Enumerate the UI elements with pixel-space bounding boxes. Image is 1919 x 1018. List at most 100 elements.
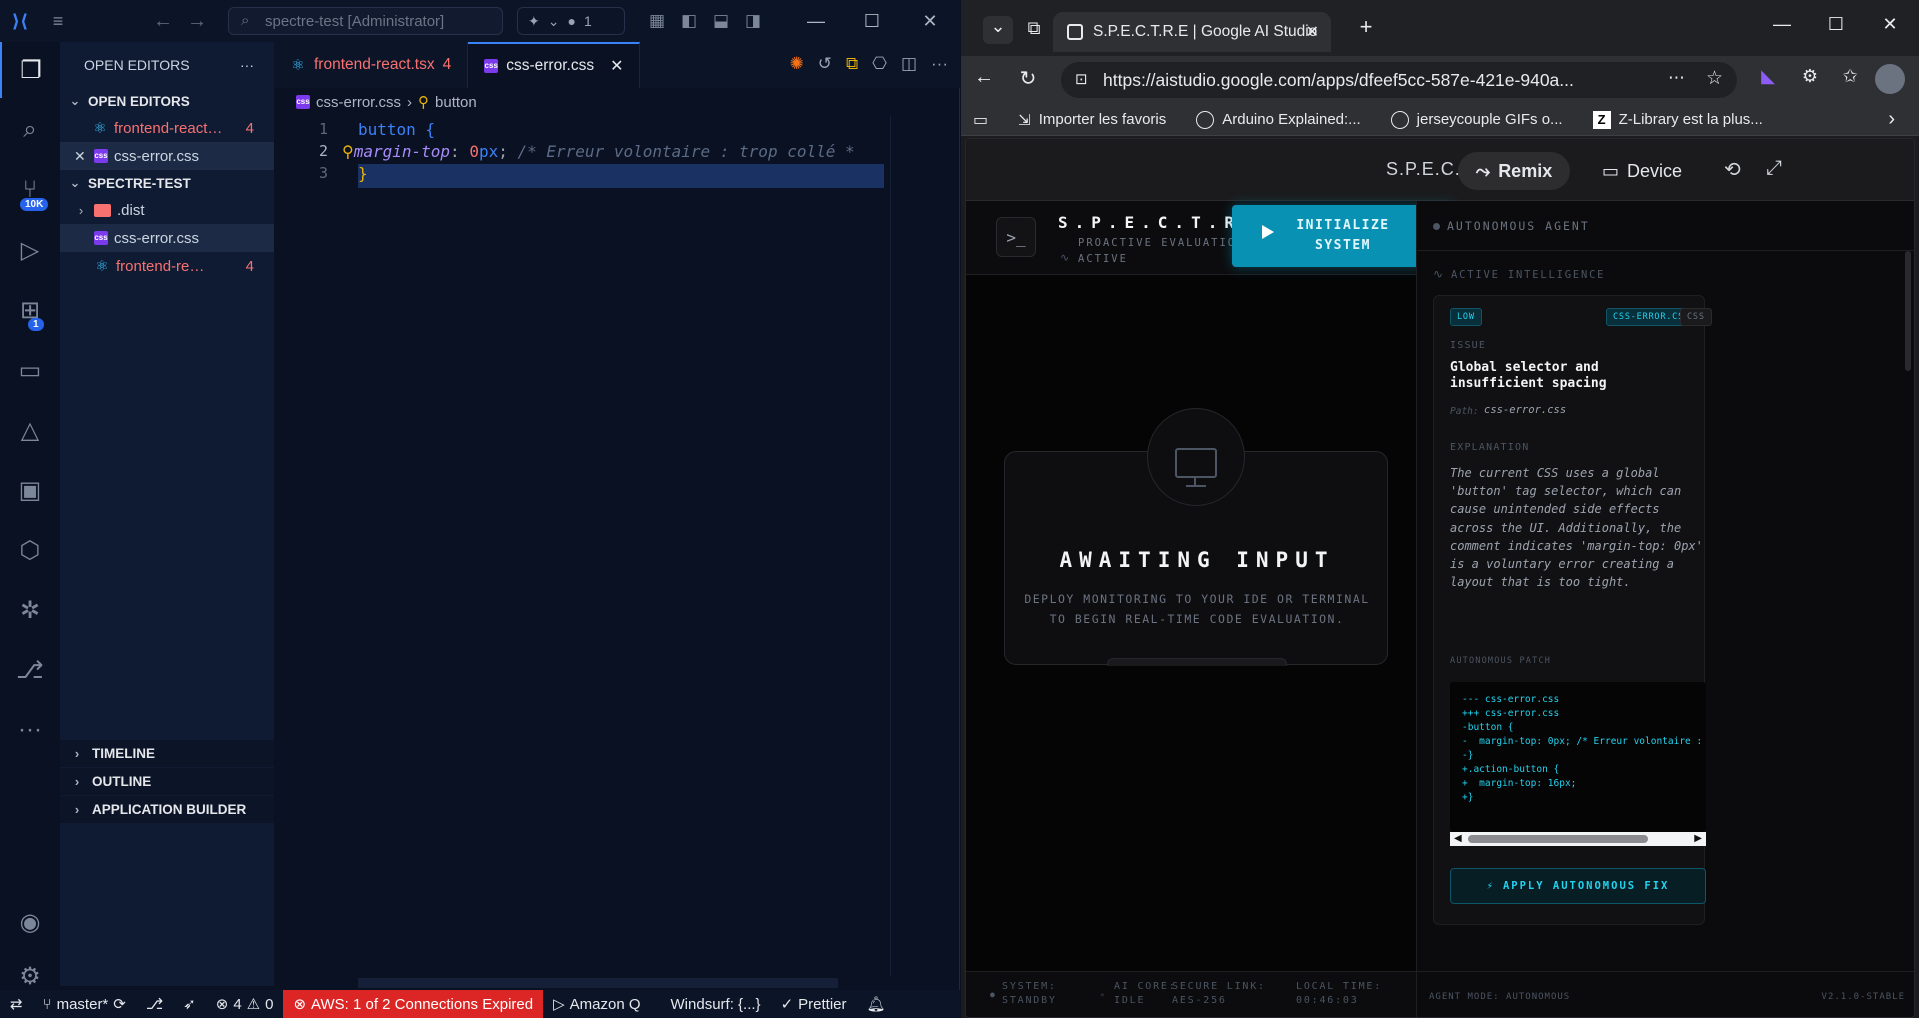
bookmark-item[interactable]: jerseycouple GIFs o... [1390,110,1563,129]
containers-icon[interactable]: ⬡ [0,522,60,578]
reading-list-icon[interactable]: ▭ [973,110,988,130]
toggle-panel-icon[interactable]: ⬓ [705,11,737,31]
problems-status[interactable]: ⊗ 4 ⚠ 0 [206,990,284,1018]
chevron-right-icon: › [74,802,80,817]
favorites-icon[interactable]: ✩ [1835,66,1865,87]
remote-indicator-icon[interactable]: ⇄ [0,990,33,1018]
patch-horizontal-scrollbar[interactable]: ◀ ▶ [1450,832,1706,846]
more-options-circle-icon[interactable]: ⋯ [1668,68,1685,88]
remote-explorer-icon[interactable]: ▭ [0,342,60,398]
tab-frontend-react[interactable]: ⚛ frontend-react.tsx 4 [274,42,469,88]
git-graph-status-icon[interactable]: ⎇ [136,990,173,1018]
fullscreen-icon[interactable]: ⤢ [1766,157,1782,180]
layout-grid-icon[interactable]: ▦ [641,11,673,31]
bookmark-item[interactable]: Z Z-Library est la plus... [1592,110,1763,129]
spark-icon[interactable]: ✺ [789,54,803,74]
explorer-icon[interactable]: ❐ [0,42,60,98]
minimize-icon[interactable]: — [1767,14,1797,35]
code-editor[interactable]: 1 2 3 button { ⚲margin-top: 0px; /* Erre… [274,116,960,976]
chevron-right-icon[interactable]: › [1888,108,1895,131]
breadcrumb-file[interactable]: css-error.css [316,94,401,111]
browser-tab-active[interactable]: S.P.E.C.T.R.E | Google AI Studio ✕ [1053,12,1331,52]
source-control-icon[interactable]: ⑂ 10K [0,162,60,218]
scroll-left-icon[interactable]: ◀ [1454,833,1462,844]
rotate-icon[interactable]: ⟲ [1724,157,1741,182]
folder-item[interactable]: › .dist [60,196,274,224]
more-icon[interactable]: ··· [0,702,60,758]
windsurf-status[interactable]: Windsurf: {...} [661,990,771,1018]
site-info-icon[interactable]: ⊡ [1075,70,1088,88]
extensions-icon[interactable]: ⊞ 1 [0,282,60,338]
tab-search-chevron-icon[interactable]: ⌄ [983,16,1013,44]
address-bar[interactable]: ⊡ https://aistudio.google.com/apps/dfeef… [1061,62,1737,98]
kubernetes-icon[interactable]: ✲ [0,582,60,638]
new-tab-icon[interactable]: + [1351,14,1381,40]
copilot-button[interactable]: ✦ ⌄ ● 1 [517,7,625,35]
close-window-icon[interactable]: ✕ [1875,14,1905,35]
remix-button[interactable]: ⤳ Remix [1458,152,1570,190]
aws-status[interactable]: ⊗ AWS: 1 of 2 Connections Expired [283,990,544,1018]
horizontal-scrollbar[interactable] [358,978,838,988]
forward-arrow-icon[interactable]: → [180,10,214,33]
history-icon[interactable]: ↺ [818,54,832,74]
bookmark-item[interactable]: ⇲ Importer les favoris [1018,111,1166,129]
minimap[interactable] [890,116,960,976]
file-item[interactable]: ⚛ frontend-react.tsx 4 [60,252,274,280]
account-icon[interactable]: ◉ [0,894,60,950]
bookmark-item[interactable]: Arduino Explained:... [1196,110,1361,129]
run-debug-icon[interactable]: ▷ [0,222,60,278]
maximize-icon[interactable]: ☐ [1821,14,1851,35]
amazon-q-status[interactable]: ▷ Amazon Q [543,990,650,1018]
lightbulb-icon[interactable]: ⚲ [342,142,354,161]
aws-triangle-icon[interactable]: △ [0,402,60,458]
menu-icon[interactable]: ≡ [40,11,76,32]
branch-status[interactable]: ⑂ master* ⟳ [33,990,136,1018]
folder-icon [94,203,111,217]
profile-avatar[interactable] [1875,64,1905,94]
rocket-icon[interactable]: ➶ [173,990,206,1018]
openai-icon[interactable]: ⎔ [872,54,887,74]
extensions-puzzle-icon[interactable]: ⚙ [1795,66,1825,87]
notifications-bell-icon[interactable]: 🔔︎ [857,990,896,1018]
open-editors-section[interactable]: ⌄ OPEN EDITORS [60,88,274,114]
timeline-section[interactable]: › TIMELINE [60,740,274,767]
compare-icon[interactable]: ⧉ [846,54,858,74]
file-item[interactable]: css css-error.css [60,224,274,252]
application-builder-section[interactable]: › APPLICATION BUILDER [60,796,274,823]
more-actions-icon[interactable]: ··· [240,57,254,73]
close-tab-icon[interactable]: ✕ [610,56,623,76]
project-section[interactable]: ⌄ SPECTRE-TEST [60,170,274,196]
search-view-icon[interactable]: ⌕ [0,102,60,158]
back-arrow-icon[interactable]: ← [969,66,999,89]
prettier-status[interactable]: ✓ Prettier [771,990,857,1018]
scroll-thumb[interactable] [1468,835,1648,843]
close-tab-icon[interactable]: ✕ [1306,22,1319,42]
toggle-sidebar-icon[interactable]: ◧ [673,11,705,31]
git-graph-icon[interactable]: ⎇ [0,642,60,698]
scroll-right-icon[interactable]: ▶ [1694,833,1702,844]
close-window-icon[interactable]: ✕ [902,0,958,42]
open-editor-item[interactable]: ✕ css css-error.css [60,142,274,170]
close-icon[interactable]: ✕ [74,148,88,165]
open-editor-item[interactable]: ⚛ frontend-react.tsx 4 [60,114,274,142]
favorite-star-icon[interactable]: ☆ [1706,67,1723,90]
minimize-icon[interactable]: — [788,0,844,42]
apply-autonomous-fix-button[interactable]: ⚡︎ APPLY AUTONOMOUS FIX [1450,868,1706,904]
split-editor-icon[interactable]: ◫ [901,54,917,74]
patch-code-block[interactable]: --- css-error.css +++ css-error.css -but… [1450,682,1706,832]
back-arrow-icon[interactable]: ← [146,10,180,33]
toggle-secondary-sidebar-icon[interactable]: ◨ [737,11,769,31]
testing-icon[interactable]: ▣ [0,462,60,518]
extension-purple-icon[interactable]: ◣ [1753,66,1783,87]
maximize-icon[interactable]: ☐ [844,0,900,42]
more-actions-icon[interactable]: ··· [931,54,948,74]
explanation-label: EXPLANATION [1450,442,1530,453]
workspaces-icon[interactable]: ⧉ [1019,18,1049,39]
device-button[interactable]: ▭ Device [1586,152,1698,190]
outline-section[interactable]: › OUTLINE [60,768,274,795]
tab-css-error[interactable]: css css-error.css ✕ [468,42,641,88]
breadcrumb-symbol[interactable]: button [435,94,477,111]
agent-scrollbar[interactable] [1905,251,1911,371]
command-center-search[interactable]: ⌕ spectre-test [Administrator] [228,7,503,35]
reload-icon[interactable]: ↻ [1013,66,1043,91]
